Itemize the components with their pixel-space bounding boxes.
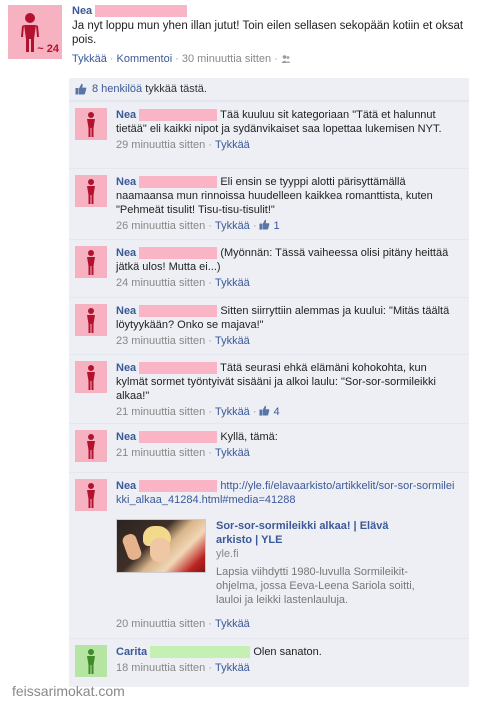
commenter-avatar[interactable] bbox=[75, 479, 107, 511]
comment-author[interactable]: Nea bbox=[116, 109, 136, 121]
thumbs-up-icon bbox=[75, 83, 87, 95]
commenter-avatar[interactable] bbox=[75, 361, 107, 393]
redacted-surname bbox=[139, 431, 218, 444]
comment-author[interactable]: Carita bbox=[116, 646, 147, 658]
redacted-surname bbox=[139, 176, 218, 189]
commenter-avatar[interactable] bbox=[75, 430, 107, 462]
comment-link[interactable]: Kommentoi bbox=[117, 53, 173, 65]
comment-time[interactable]: 24 minuuttia sitten bbox=[116, 277, 205, 289]
female-silhouette-icon bbox=[87, 649, 95, 674]
comment-like-link[interactable]: Tykkää bbox=[215, 662, 250, 674]
female-silhouette-icon bbox=[87, 483, 95, 508]
watermark: feissarimokat.com bbox=[12, 683, 125, 699]
comment-feed: 8 henkilöä tykkää tästä. Nea Tää kuuluu … bbox=[69, 78, 469, 687]
redacted-surname bbox=[139, 109, 218, 122]
comment-text: Olen sanaton. bbox=[253, 646, 322, 658]
female-silhouette-icon bbox=[87, 179, 95, 204]
female-silhouette-icon bbox=[87, 365, 95, 390]
thumbs-up-icon bbox=[259, 405, 270, 416]
female-silhouette-icon bbox=[87, 250, 95, 275]
preview-thumbnail[interactable] bbox=[116, 519, 206, 573]
commenter-avatar[interactable] bbox=[75, 645, 107, 677]
comment-time[interactable]: 21 minuuttia sitten bbox=[116, 447, 205, 459]
likers-link[interactable]: 8 henkilöä bbox=[92, 83, 142, 95]
like-link[interactable]: Tykkää bbox=[72, 53, 107, 65]
comment-time[interactable]: 29 minuuttia sitten bbox=[116, 139, 205, 151]
comment-like-link[interactable]: Tykkää bbox=[215, 277, 250, 289]
post-time[interactable]: 30 minuuttia sitten bbox=[182, 53, 271, 65]
people-icon bbox=[281, 55, 291, 64]
redacted-surname bbox=[139, 305, 218, 318]
comment-author[interactable]: Nea bbox=[116, 480, 136, 492]
redacted-surname bbox=[150, 646, 251, 659]
post-text: Ja nyt loppu mun yhen illan jutut! Toin … bbox=[72, 20, 464, 47]
comment-item: Nea (Myönnän: Tässä vaiheessa olisi pitä… bbox=[69, 239, 469, 297]
link-preview[interactable]: Sor-sor-sormileikki alkaa! | Elävä arkis… bbox=[116, 519, 459, 615]
author-avatar[interactable]: ~ 24 bbox=[8, 5, 62, 59]
post-meta: Tykkää · Kommentoi · 30 minuuttia sitten · bbox=[72, 53, 472, 65]
comment-item: Nea Kyllä, tämä: 21 minuuttia sitten · Tyk… bbox=[69, 423, 469, 472]
comment-time[interactable]: 21 minuuttia sitten bbox=[116, 406, 205, 418]
female-silhouette-icon bbox=[87, 112, 95, 137]
comment-item-link: Nea http://yle.fi/elavaarkisto/artikkeli… bbox=[69, 472, 469, 638]
commenter-avatar[interactable] bbox=[75, 246, 107, 278]
comment-like-link[interactable]: Tykkää bbox=[215, 139, 250, 151]
preview-domain: yle.fi bbox=[216, 548, 239, 560]
comment-item: Nea Sitten siirryttiin alemmas ja kuului… bbox=[69, 297, 469, 354]
thumbs-up-icon bbox=[259, 219, 270, 230]
redacted-surname bbox=[139, 480, 218, 493]
likes-suffix: tykkää tästä. bbox=[145, 83, 207, 95]
comment-author[interactable]: Nea bbox=[116, 176, 136, 188]
preview-title[interactable]: Sor-sor-sormileikki alkaa! | Elävä arkis… bbox=[216, 519, 416, 547]
comment-time[interactable]: 26 minuuttia sitten bbox=[116, 220, 205, 232]
female-silhouette-icon bbox=[87, 434, 95, 459]
female-silhouette-icon bbox=[87, 308, 95, 333]
comment-item: Nea Eli ensin se tyyppi alotti pärisyttä… bbox=[69, 168, 469, 239]
comment-author[interactable]: Nea bbox=[116, 431, 136, 443]
commenter-avatar[interactable] bbox=[75, 108, 107, 140]
comment-author[interactable]: Nea bbox=[116, 305, 136, 317]
comment-item: Nea Tää kuuluu sit kategoriaan "Tätä et … bbox=[69, 101, 469, 168]
comment-item: Carita Olen sanaton. 18 minuuttia sitten… bbox=[69, 638, 469, 687]
comment-like-link[interactable]: Tykkää bbox=[215, 335, 250, 347]
comment-time[interactable]: 20 minuuttia sitten bbox=[116, 618, 205, 630]
commenter-avatar[interactable] bbox=[75, 304, 107, 336]
redacted-surname bbox=[95, 5, 188, 18]
comment-like-link[interactable]: Tykkää bbox=[215, 220, 250, 232]
age-badge: ~ 24 bbox=[37, 43, 59, 55]
comment-like-link[interactable]: Tykkää bbox=[215, 406, 250, 418]
comment-time[interactable]: 23 minuuttia sitten bbox=[116, 335, 205, 347]
post-author[interactable]: Nea bbox=[72, 5, 92, 17]
comment-like-link[interactable]: Tykkää bbox=[215, 447, 250, 459]
comment-text: Kyllä, tämä: bbox=[220, 431, 278, 443]
comment-time[interactable]: 18 minuuttia sitten bbox=[116, 662, 205, 674]
commenter-avatar[interactable] bbox=[75, 175, 107, 207]
likes-row: 8 henkilöä tykkää tästä. bbox=[69, 78, 469, 101]
comment-author[interactable]: Nea bbox=[116, 362, 136, 374]
redacted-surname bbox=[139, 247, 218, 260]
comment-like-link[interactable]: Tykkää bbox=[215, 618, 250, 630]
comment-like-count[interactable]: 1 bbox=[274, 220, 280, 232]
comment-author[interactable]: Nea bbox=[116, 247, 136, 259]
comment-like-count[interactable]: 4 bbox=[274, 406, 280, 418]
comment-item: Nea Tätä seurasi ehkä elämäni kohokohta,… bbox=[69, 354, 469, 423]
redacted-surname bbox=[139, 362, 218, 375]
preview-description: Lapsia viihdytti 1980-luvulla Sormileiki… bbox=[216, 566, 415, 606]
